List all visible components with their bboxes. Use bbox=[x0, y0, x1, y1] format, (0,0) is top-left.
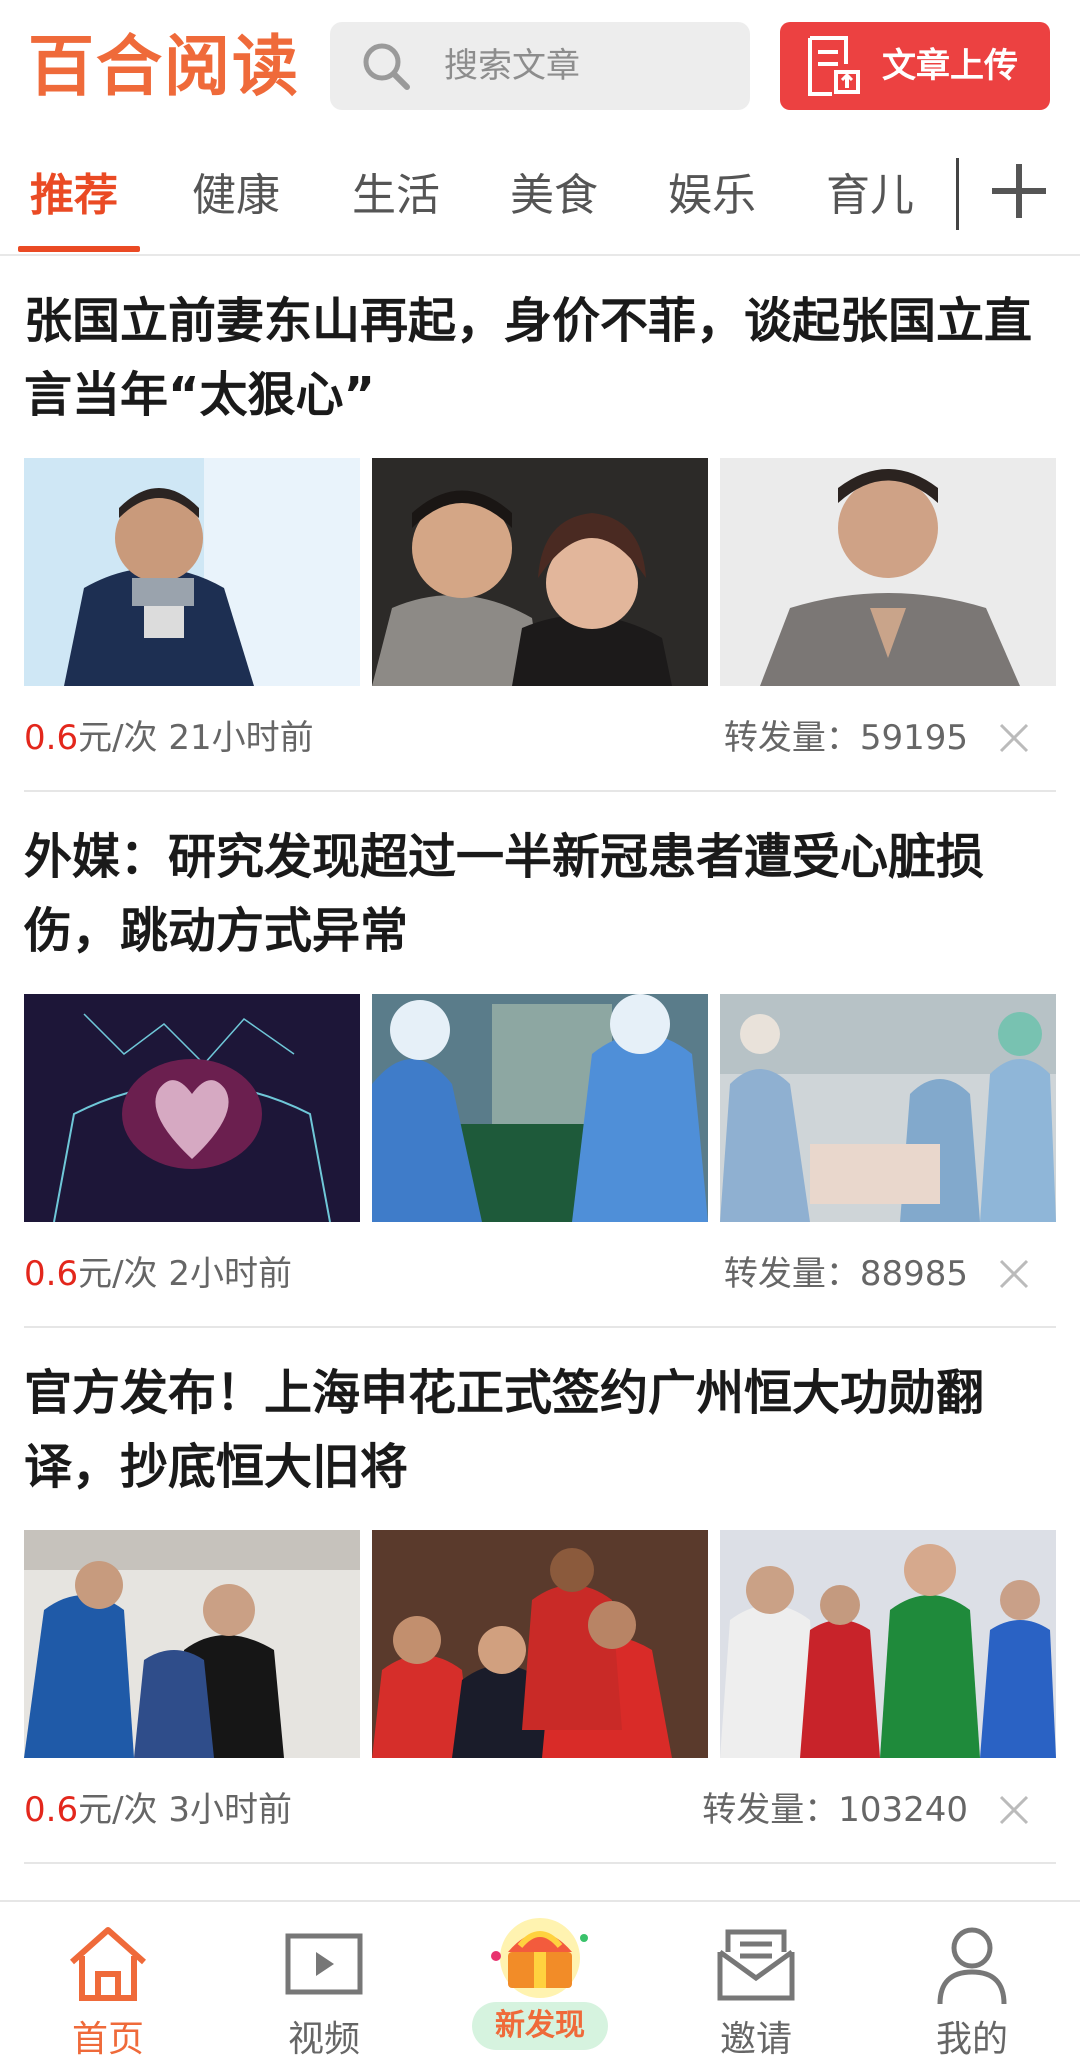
nav-me-label: 我的 bbox=[935, 2019, 1008, 2060]
article-thumbnails bbox=[24, 458, 1056, 686]
close-icon[interactable] bbox=[998, 722, 1030, 754]
tab-life[interactable]: 生活 bbox=[352, 138, 440, 254]
nav-invite-label: 邀请 bbox=[719, 2019, 792, 2060]
article-card[interactable]: 张国立前妻东山再起，身价不菲，谈起张国立直言当年“太狠心” 0.6元/次 21小… bbox=[24, 262, 1056, 792]
article-image[interactable] bbox=[720, 458, 1056, 686]
price-unit: 元/次 bbox=[78, 1790, 158, 1830]
close-icon[interactable] bbox=[998, 1794, 1030, 1826]
nav-video-label: 视频 bbox=[287, 2019, 360, 2060]
article-image[interactable] bbox=[24, 1530, 360, 1758]
article-card[interactable]: 官方发布！上海申花正式签约广州恒大功勋翻译，抄底恒大旧将 0.6元/次 3小时前… bbox=[24, 1334, 1056, 1864]
article-image[interactable] bbox=[720, 994, 1056, 1222]
article-image[interactable] bbox=[24, 458, 360, 686]
article-time: 2小时前 bbox=[168, 1254, 292, 1294]
mail-icon bbox=[717, 1929, 795, 2001]
article-thumbnails bbox=[24, 1530, 1056, 1758]
nav-home-label: 首页 bbox=[71, 2019, 144, 2060]
app-header: 百合阅读 搜索文章 文章上传 bbox=[0, 0, 1080, 138]
article-time: 21小时前 bbox=[168, 718, 314, 758]
article-title[interactable]: 官方发布！上海申花正式签约广州恒大功勋翻译，抄底恒大旧将 bbox=[24, 1356, 1056, 1504]
bottom-navigation: 首页 视频 新发现 邀请 我的 bbox=[0, 1900, 1080, 2068]
nav-discover-label: 新发现 bbox=[472, 2002, 608, 2050]
article-price: 0.6 bbox=[24, 1254, 79, 1294]
article-price: 0.6 bbox=[24, 1790, 79, 1830]
app-logo: 百合阅读 bbox=[28, 28, 300, 105]
share-count-value: 103240 bbox=[838, 1790, 968, 1830]
share-count-label: 转发量： bbox=[723, 718, 860, 758]
article-thumbnails bbox=[24, 994, 1056, 1222]
tab-food[interactable]: 美食 bbox=[510, 138, 598, 254]
tab-parenting[interactable]: 育儿 bbox=[826, 138, 914, 254]
active-tab-indicator bbox=[18, 246, 140, 252]
article-price: 0.6 bbox=[24, 718, 79, 758]
article-card[interactable]: 外媒：研究发现超过一半新冠患者遭受心脏损伤，跳动方式异常 0.6元/次 2小时前… bbox=[24, 798, 1056, 1328]
tab-recommend[interactable]: 推荐 bbox=[30, 138, 118, 254]
treasure-chest-icon bbox=[491, 1918, 588, 1998]
share-count: 转发量：103240 bbox=[702, 1780, 968, 1840]
nav-home[interactable]: 首页 bbox=[0, 1902, 216, 2068]
add-category-icon[interactable] bbox=[988, 160, 1050, 222]
nav-invite[interactable]: 邀请 bbox=[648, 1902, 864, 2068]
share-count-value: 88985 bbox=[859, 1254, 968, 1294]
share-count: 转发量：88985 bbox=[724, 1244, 968, 1304]
category-tabs: 推荐 健康 生活 美食 娱乐 育儿 bbox=[0, 138, 1080, 256]
nav-video[interactable]: 视频 bbox=[216, 1902, 432, 2068]
article-meta: 0.6元/次 2小时前 转发量：88985 bbox=[24, 1244, 1056, 1304]
article-title[interactable]: 外媒：研究发现超过一半新冠患者遭受心脏损伤，跳动方式异常 bbox=[24, 820, 1056, 968]
article-image[interactable] bbox=[372, 1530, 708, 1758]
nav-discover[interactable]: 新发现 bbox=[432, 1902, 648, 2068]
user-icon bbox=[937, 1927, 1007, 2005]
share-count-value: 59195 bbox=[859, 718, 968, 758]
price-unit: 元/次 bbox=[78, 718, 158, 758]
share-count: 转发量：59195 bbox=[724, 708, 968, 768]
price-unit: 元/次 bbox=[78, 1254, 158, 1294]
article-meta: 0.6元/次 3小时前 转发量：103240 bbox=[24, 1780, 1056, 1840]
search-input[interactable]: 搜索文章 bbox=[330, 22, 750, 110]
search-placeholder: 搜索文章 bbox=[444, 46, 580, 86]
tab-entertainment[interactable]: 娱乐 bbox=[668, 138, 756, 254]
close-icon[interactable] bbox=[998, 1258, 1030, 1290]
article-image[interactable] bbox=[24, 994, 360, 1222]
article-image[interactable] bbox=[372, 458, 708, 686]
home-icon bbox=[70, 1927, 146, 2001]
article-image[interactable] bbox=[720, 1530, 1056, 1758]
article-time: 3小时前 bbox=[168, 1790, 292, 1830]
video-icon bbox=[285, 1933, 363, 1995]
nav-me[interactable]: 我的 bbox=[864, 1902, 1080, 2068]
document-upload-icon bbox=[808, 36, 860, 96]
tab-divider bbox=[956, 158, 959, 230]
share-count-label: 转发量： bbox=[702, 1790, 839, 1830]
article-title[interactable]: 张国立前妻东山再起，身价不菲，谈起张国立直言当年“太狠心” bbox=[24, 284, 1056, 432]
tab-health[interactable]: 健康 bbox=[192, 138, 280, 254]
upload-article-label: 文章上传 bbox=[882, 46, 1018, 86]
article-image[interactable] bbox=[372, 994, 708, 1222]
article-meta: 0.6元/次 21小时前 转发量：59195 bbox=[24, 708, 1056, 768]
share-count-label: 转发量： bbox=[723, 1254, 860, 1294]
search-icon bbox=[363, 43, 410, 90]
upload-article-button[interactable]: 文章上传 bbox=[780, 22, 1050, 110]
